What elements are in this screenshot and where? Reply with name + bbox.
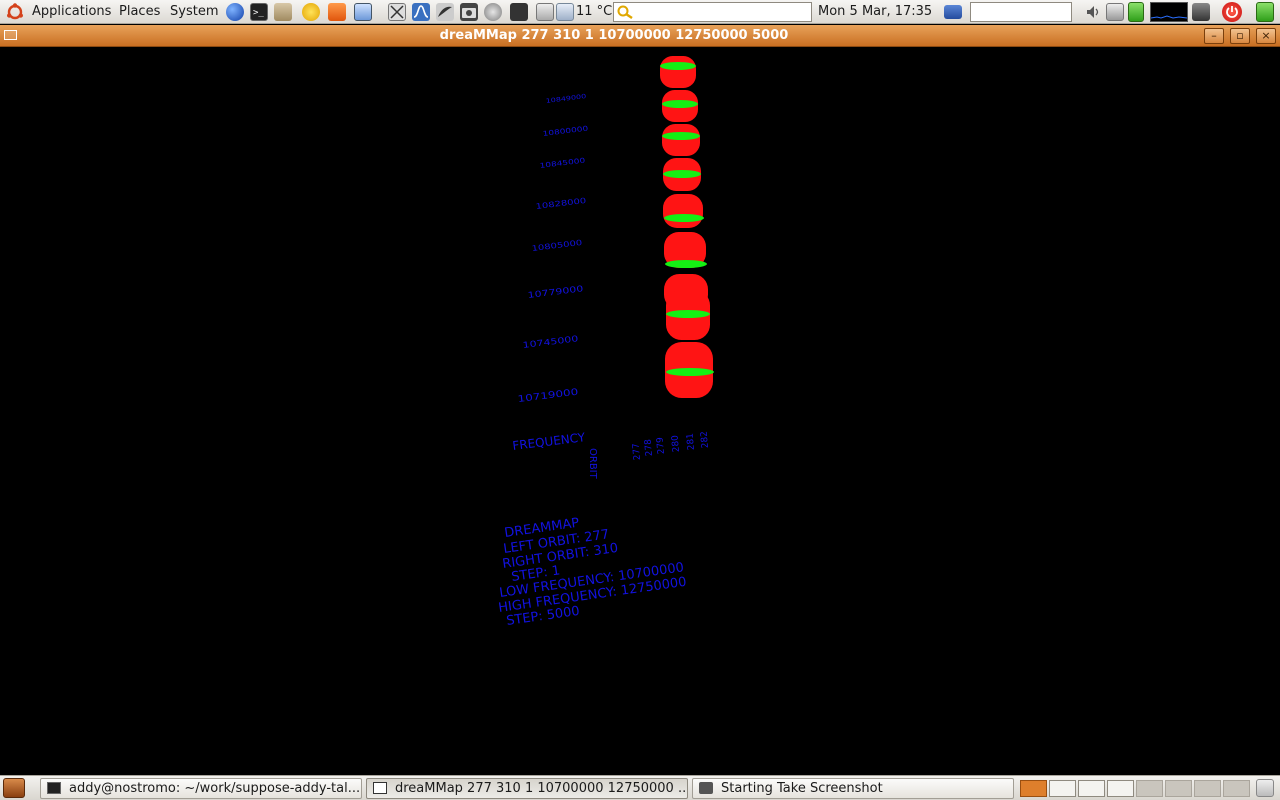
menu-applications[interactable]: Applications — [32, 0, 111, 24]
terminal-icon — [47, 782, 61, 794]
workspace-6[interactable] — [1165, 780, 1192, 797]
workspace-8[interactable] — [1223, 780, 1250, 797]
orbit-axis: 277 278 279 280 281 282 — [632, 431, 711, 461]
feather-icon[interactable] — [436, 3, 454, 21]
freq-tick: 10800000 — [542, 125, 588, 138]
mail-icon[interactable] — [274, 3, 292, 21]
task-screenshot[interactable]: Starting Take Screenshot — [692, 778, 1014, 799]
signal-band — [662, 132, 700, 140]
orbit-tick: 282 — [700, 431, 711, 449]
frequency-axis: 10849000 10800000 10845000 10828000 1080… — [517, 92, 589, 404]
task-dreammap[interactable]: dreaMMap 277 310 1 10700000 12750000 ... — [366, 778, 688, 799]
workspace-1[interactable] — [1020, 780, 1047, 797]
signal-band — [663, 170, 701, 178]
workspace-5[interactable] — [1136, 780, 1163, 797]
network-icon[interactable] — [1106, 3, 1124, 21]
signal-band — [664, 214, 704, 222]
window-titlebar[interactable]: dreaMMap 277 310 1 10700000 12750000 500… — [0, 25, 1280, 47]
dreammap-scene: 10849000 10800000 10845000 10828000 1080… — [497, 56, 714, 629]
office-icon[interactable] — [328, 3, 346, 21]
close-button[interactable]: × — [1256, 28, 1276, 44]
camera-icon[interactable] — [460, 3, 478, 21]
ubuntu-logo-icon[interactable] — [6, 3, 24, 21]
battery-icon[interactable] — [1128, 2, 1144, 22]
workspace-2[interactable] — [1049, 780, 1076, 797]
maximize-button[interactable]: ▫ — [1230, 28, 1250, 44]
clock[interactable]: Mon 5 Mar, 17:35 — [818, 0, 932, 24]
signal-band — [660, 62, 696, 70]
update-notifier-icon[interactable] — [1256, 2, 1274, 22]
weather-cloud-icon — [556, 3, 574, 21]
signal-markers — [660, 56, 714, 398]
signal-marker — [660, 56, 696, 88]
svg-text:>_: >_ — [253, 8, 264, 18]
freq-tick: 10779000 — [527, 284, 584, 300]
map-viewport[interactable]: 10849000 10800000 10845000 10828000 1080… — [0, 48, 1280, 774]
sun-icon[interactable] — [302, 3, 320, 21]
freq-tick: 10828000 — [535, 197, 587, 212]
bottom-panel: addy@nostromo: ~/work/suppose-addy-tal..… — [0, 775, 1280, 800]
task-label: addy@nostromo: ~/work/suppose-addy-tal..… — [69, 781, 361, 796]
menu-places[interactable]: Places — [119, 0, 160, 24]
orbit-tick: 281 — [686, 433, 697, 451]
weather-temperature: 11 °C — [576, 4, 613, 19]
search-input[interactable] — [613, 2, 812, 22]
signal-band — [666, 310, 710, 318]
orbit-tick: 279 — [656, 436, 667, 454]
orbit-tick: 280 — [671, 434, 682, 452]
trash-icon[interactable] — [1256, 779, 1274, 797]
keyboard-layout-icon[interactable] — [944, 5, 962, 19]
freq-tick: 10849000 — [545, 92, 587, 105]
waveform-icon[interactable] — [412, 3, 430, 21]
search-icon — [616, 3, 634, 21]
freq-tick: 10719000 — [517, 387, 579, 405]
frequency-label: FREQUENCY — [512, 430, 587, 453]
display-icon[interactable] — [354, 3, 372, 21]
notes-icon[interactable] — [536, 3, 554, 21]
top-panel: Applications Places System >_ 11 °C Mon … — [0, 0, 1280, 24]
show-desktop-icon[interactable] — [3, 778, 25, 798]
system-monitor-icon[interactable] — [1150, 2, 1188, 22]
signal-band — [665, 260, 707, 268]
workspace-4[interactable] — [1107, 780, 1134, 797]
workspace-3[interactable] — [1078, 780, 1105, 797]
menu-system[interactable]: System — [170, 0, 218, 24]
cpu-freq-icon[interactable] — [1192, 3, 1210, 21]
signal-band — [662, 100, 698, 108]
task-terminal[interactable]: addy@nostromo: ~/work/suppose-addy-tal..… — [40, 778, 362, 799]
freq-tick: 10745000 — [522, 334, 579, 350]
web-browser-icon[interactable] — [226, 3, 244, 21]
terminal-icon[interactable]: >_ — [250, 3, 268, 21]
window-icon — [373, 782, 387, 794]
orbit-tick: 278 — [644, 438, 655, 456]
window-title: dreaMMap 277 310 1 10700000 12750000 500… — [439, 28, 789, 43]
signal-marker — [663, 194, 703, 228]
info-block: DREAMMAP LEFT ORBIT: 277 RIGHT ORBIT: 31… — [497, 516, 687, 629]
freq-tick: 10845000 — [539, 157, 585, 170]
task-label: dreaMMap 277 310 1 10700000 12750000 ... — [395, 781, 688, 796]
workspace-7[interactable] — [1194, 780, 1221, 797]
clapperboard-icon[interactable] — [510, 3, 528, 21]
power-icon[interactable] — [1222, 2, 1242, 22]
freq-tick: 10805000 — [531, 239, 583, 254]
disc-icon[interactable] — [484, 3, 502, 21]
panel-entry-field[interactable] — [970, 2, 1072, 22]
camera-icon — [699, 782, 713, 794]
network-tool-icon[interactable] — [388, 3, 406, 21]
task-label: Starting Take Screenshot — [721, 781, 883, 796]
signal-band — [666, 368, 714, 376]
orbit-tick: 277 — [632, 443, 643, 461]
minimize-button[interactable]: – — [1204, 28, 1224, 44]
volume-icon[interactable] — [1084, 3, 1102, 21]
orbit-label: ORBIT — [587, 448, 598, 480]
